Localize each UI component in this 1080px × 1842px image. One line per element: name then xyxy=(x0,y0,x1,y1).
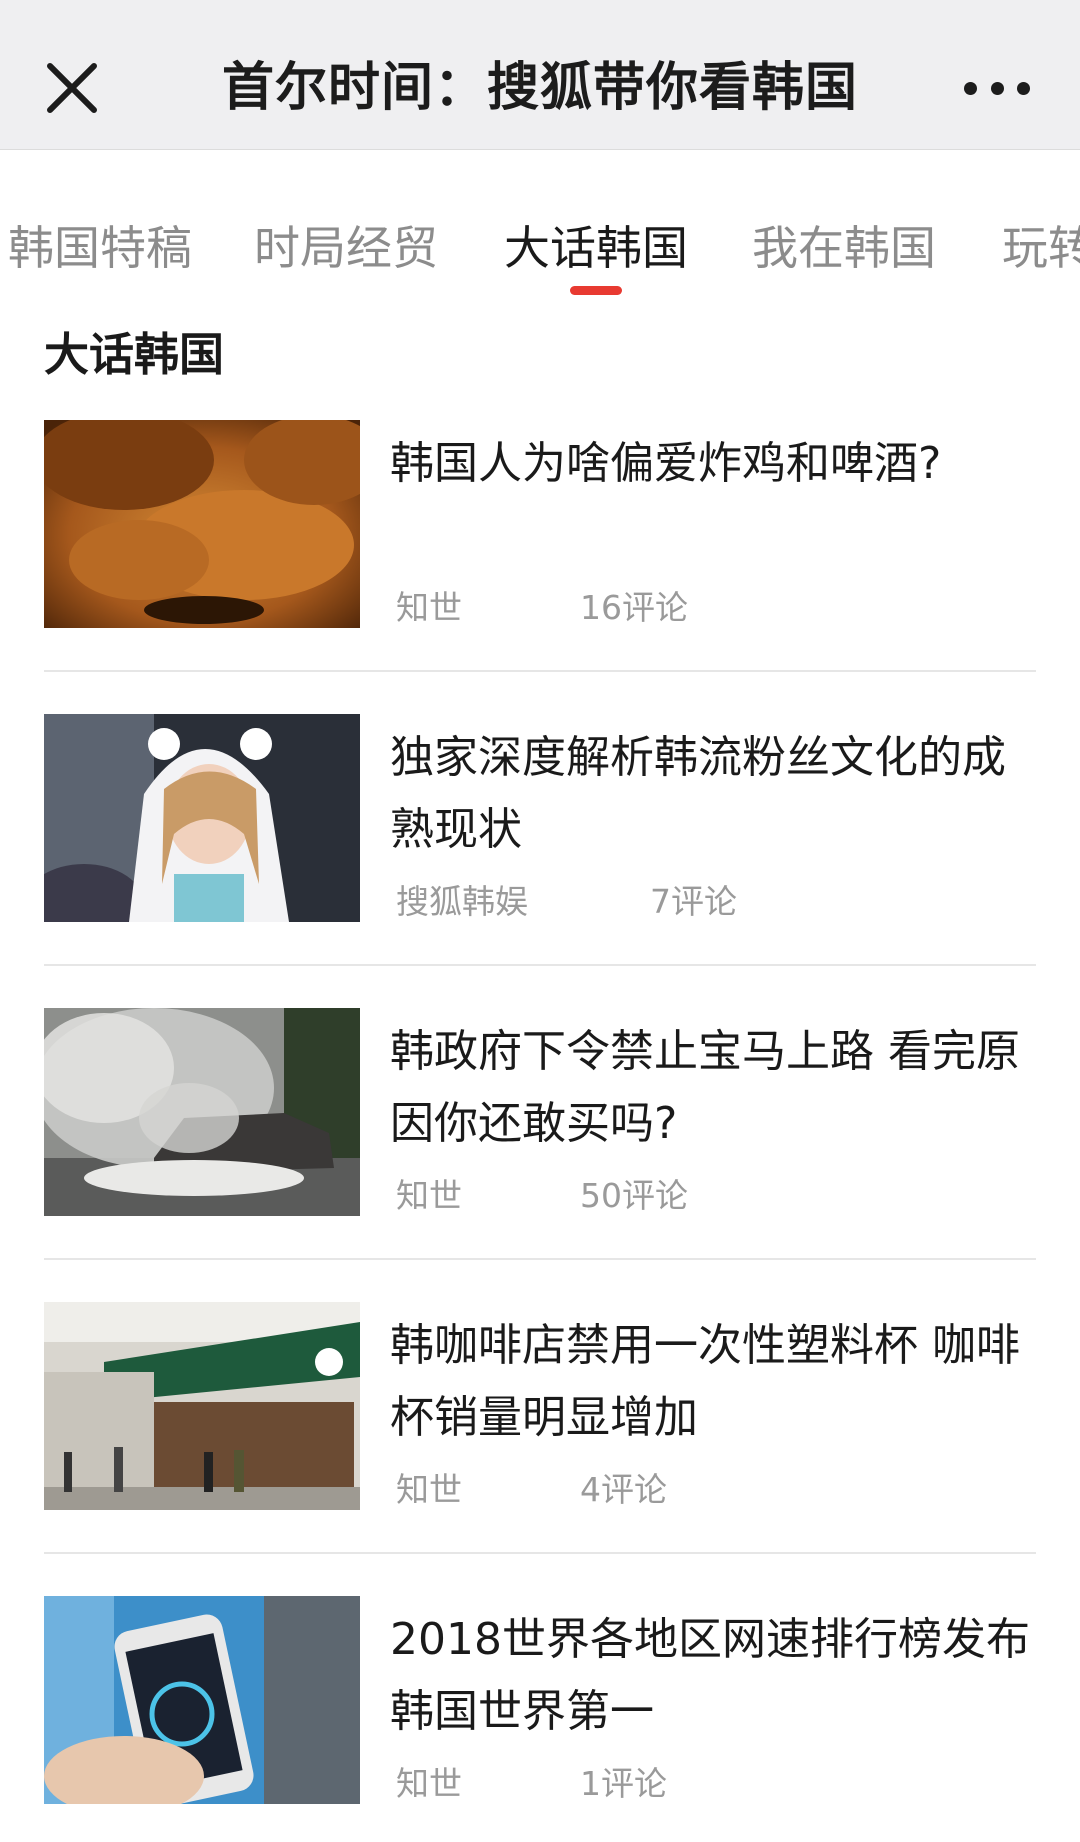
fried-chicken-photo xyxy=(44,420,360,628)
page-title: 首尔时间：搜狐带你看韩国 xyxy=(221,58,858,118)
article-source: 知世 xyxy=(396,588,462,627)
article-headline: 韩政府下令禁止宝马上路 看完原因你还敢买吗? xyxy=(390,1026,1020,1149)
article-source: 知世 xyxy=(396,1764,462,1803)
divider xyxy=(44,964,1036,966)
tab-play-korea[interactable]: 玩转 xyxy=(1002,218,1080,278)
article-comment-count: 50评论 xyxy=(580,1176,688,1215)
tab-politics-economy[interactable]: 时局经贸 xyxy=(254,218,438,278)
section-title: 大话韩国 xyxy=(44,328,225,381)
divider xyxy=(44,1258,1036,1260)
article-comment-count: 1评论 xyxy=(580,1764,667,1803)
idol-photo xyxy=(44,714,360,922)
speedtest-phone-photo xyxy=(44,1596,360,1804)
burning-car-photo xyxy=(44,1008,360,1216)
article-comment-count: 7评论 xyxy=(650,882,737,921)
divider xyxy=(44,670,1036,672)
article-comment-count: 16评论 xyxy=(580,588,688,627)
article-item[interactable]: 韩咖啡店禁用一次性塑料杯 咖啡杯销量明显增加 知世 4评论 xyxy=(44,1302,1036,1596)
article-comment-count: 4评论 xyxy=(580,1470,667,1509)
divider xyxy=(44,1552,1036,1554)
tab-talk-korea[interactable]: 大话韩国 xyxy=(504,218,688,278)
article-source: 搜狐韩娱 xyxy=(396,882,528,921)
active-tab-indicator xyxy=(570,286,622,295)
close-icon[interactable] xyxy=(44,60,100,116)
navigation-bar: 首尔时间：搜狐带你看韩国 xyxy=(0,0,1080,150)
article-source: 知世 xyxy=(396,1470,462,1509)
tab-korea-special[interactable]: 韩国特稿 xyxy=(8,218,192,278)
article-headline: 独家深度解析韩流粉丝文化的成熟现状 xyxy=(390,732,1006,855)
starbucks-store-photo xyxy=(44,1302,360,1510)
category-tabs: 韩国特稿 时局经贸 大话韩国 我在韩国 玩转 xyxy=(0,150,1080,310)
article-item[interactable]: 韩国人为啥偏爱炸鸡和啤酒? 知世 16评论 xyxy=(44,420,1036,714)
article-headline: 韩国人为啥偏爱炸鸡和啤酒? xyxy=(390,438,942,489)
more-horizontal-icon[interactable] xyxy=(954,68,1040,108)
article-headline: 韩咖啡店禁用一次性塑料杯 咖啡杯销量明显增加 xyxy=(390,1320,1020,1443)
article-source: 知世 xyxy=(396,1176,462,1215)
article-headline: 2018世界各地区网速排行榜发布 韩国世界第一 xyxy=(390,1614,1030,1737)
article-item[interactable]: 韩政府下令禁止宝马上路 看完原因你还敢买吗? 知世 50评论 xyxy=(44,1008,1036,1302)
tab-me-in-korea[interactable]: 我在韩国 xyxy=(752,218,936,278)
article-item[interactable]: 独家深度解析韩流粉丝文化的成熟现状 搜狐韩娱 7评论 xyxy=(44,714,1036,1008)
article-item[interactable]: 2018世界各地区网速排行榜发布 韩国世界第一 知世 1评论 xyxy=(44,1596,1036,1842)
